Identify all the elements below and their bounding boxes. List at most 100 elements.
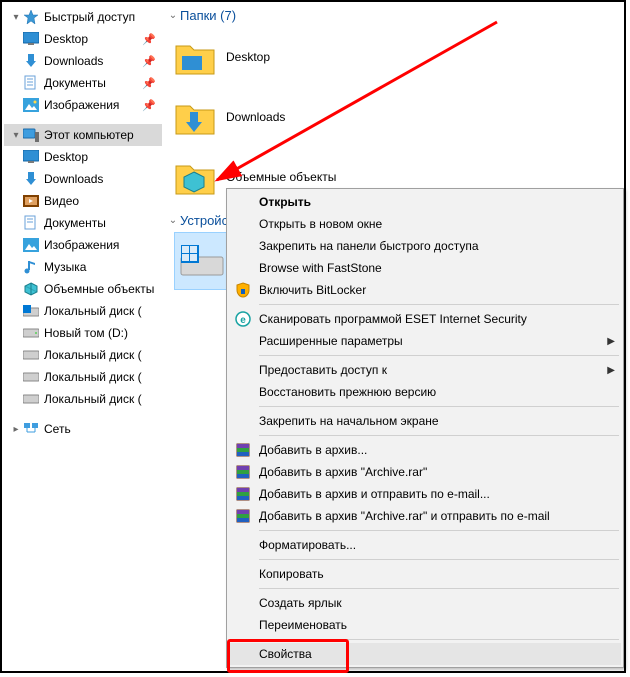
nav-quick-access[interactable]: ▾ Быстрый доступ xyxy=(4,6,162,28)
3d-icon xyxy=(22,281,40,297)
menu-item[interactable]: Добавить в архив "Archive.rar" xyxy=(229,461,621,483)
drive-icon xyxy=(22,369,40,385)
menu-item-label: Сканировать программой ESET Internet Sec… xyxy=(259,312,603,326)
nav-pc-item[interactable]: Локальный диск ( xyxy=(4,388,162,410)
menu-item[interactable]: Открыть xyxy=(229,191,621,213)
menu-item[interactable]: Расширенные параметры▶ xyxy=(229,330,621,352)
menu-item-label: Форматировать... xyxy=(259,538,603,552)
folder-label: Объемные объекты xyxy=(226,170,336,184)
drive-c-icon xyxy=(179,243,225,279)
folder-tile-desktop[interactable]: Desktop xyxy=(174,27,399,87)
pin-icon: 📌 xyxy=(136,55,162,68)
folder-label: Downloads xyxy=(226,110,285,124)
menu-item-label: Закрепить на начальном экране xyxy=(259,414,603,428)
nav-pc-item[interactable]: Локальный диск ( xyxy=(4,300,162,322)
menu-separator xyxy=(259,530,619,531)
menu-separator xyxy=(259,559,619,560)
nav-pc-item[interactable]: Локальный диск ( xyxy=(4,344,162,366)
folders-group-header[interactable]: ⌄ Папки (7) xyxy=(164,6,622,27)
folder-label: Desktop xyxy=(226,50,270,64)
menu-item[interactable]: Предоставить доступ к▶ xyxy=(229,359,621,381)
videos-icon xyxy=(22,193,40,209)
menu-item[interactable]: Добавить в архив... xyxy=(229,439,621,461)
nav-label: Объемные объекты xyxy=(44,282,162,296)
nav-label: Локальный диск ( xyxy=(44,370,162,384)
nav-quick-item-desktop[interactable]: Desktop 📌 xyxy=(4,28,162,50)
nav-quick-item-pictures[interactable]: Изображения 📌 xyxy=(4,94,162,116)
nav-tree: ▾ Быстрый доступ Desktop 📌 Downloads 📌 Д… xyxy=(4,6,162,440)
menu-item[interactable]: Переименовать xyxy=(229,614,621,636)
nav-quick-item-downloads[interactable]: Downloads 📌 xyxy=(4,50,162,72)
menu-item-label: Копировать xyxy=(259,567,603,581)
nav-label: Музыка xyxy=(44,260,162,274)
rar-icon xyxy=(234,463,252,481)
menu-separator xyxy=(259,406,619,407)
nav-this-pc[interactable]: ▾ Этот компьютер xyxy=(4,124,162,146)
nav-label: Быстрый доступ xyxy=(44,10,162,24)
nav-pc-item[interactable]: Downloads xyxy=(4,168,162,190)
menu-item[interactable]: Добавить в архив и отправить по e-mail..… xyxy=(229,483,621,505)
nav-label: Downloads xyxy=(44,172,162,186)
menu-item-label: Свойства xyxy=(259,647,603,661)
menu-item-label: Открыть xyxy=(259,195,603,209)
pictures-icon xyxy=(22,237,40,253)
menu-item[interactable]: Закрепить на панели быстрого доступа xyxy=(229,235,621,257)
chevron-down-icon: ⌄ xyxy=(166,215,180,226)
nav-quick-item-documents[interactable]: Документы 📌 xyxy=(4,72,162,94)
nav-pc-item[interactable]: Объемные объекты xyxy=(4,278,162,300)
drive-icon xyxy=(22,325,40,341)
menu-item-label: Добавить в архив "Archive.rar" и отправи… xyxy=(259,509,603,523)
eset-icon: e xyxy=(234,310,252,328)
menu-item[interactable]: Закрепить на начальном экране xyxy=(229,410,621,432)
menu-item[interactable]: Создать ярлык xyxy=(229,592,621,614)
menu-item[interactable]: Browse with FastStone xyxy=(229,257,621,279)
menu-item-label: Добавить в архив и отправить по e-mail..… xyxy=(259,487,603,501)
menu-item-label: Browse with FastStone xyxy=(259,261,603,275)
menu-separator xyxy=(259,355,619,356)
nav-pc-item[interactable]: Документы xyxy=(4,212,162,234)
menu-item[interactable]: Добавить в архив "Archive.rar" и отправи… xyxy=(229,505,621,527)
nav-label: Видео xyxy=(44,194,162,208)
menu-separator xyxy=(259,435,619,436)
nav-label: Сеть xyxy=(44,422,162,436)
menu-item[interactable]: Форматировать... xyxy=(229,534,621,556)
menu-item[interactable]: Включить BitLocker xyxy=(229,279,621,301)
nav-label: Локальный диск ( xyxy=(44,392,162,406)
drive-icon xyxy=(22,391,40,407)
menu-item[interactable]: Восстановить прежнюю версию xyxy=(229,381,621,403)
nav-label: Desktop xyxy=(44,32,136,46)
menu-item[interactable]: Свойства xyxy=(229,643,621,665)
documents-icon xyxy=(22,75,40,91)
nav-label: Локальный диск ( xyxy=(44,348,162,362)
nav-pc-item[interactable]: Видео xyxy=(4,190,162,212)
nav-pc-item[interactable]: Изображения xyxy=(4,234,162,256)
menu-item[interactable]: Открыть в новом окне xyxy=(229,213,621,235)
nav-pc-item[interactable]: Новый том (D:) xyxy=(4,322,162,344)
chevron-down-icon: ▾ xyxy=(10,12,22,23)
nav-label: Desktop xyxy=(44,150,162,164)
pictures-icon xyxy=(22,97,40,113)
nav-pc-item[interactable]: Локальный диск ( xyxy=(4,366,162,388)
menu-item[interactable]: Копировать xyxy=(229,563,621,585)
menu-item-label: Включить BitLocker xyxy=(259,283,603,297)
network-icon xyxy=(22,421,40,437)
nav-pc-item[interactable]: Desktop xyxy=(4,146,162,168)
rar-icon xyxy=(234,441,252,459)
menu-item-label: Закрепить на панели быстрого доступа xyxy=(259,239,603,253)
menu-item-label: Открыть в новом окне xyxy=(259,217,603,231)
svg-text:e: e xyxy=(240,315,246,326)
nav-network[interactable]: ▸ Сеть xyxy=(4,418,162,440)
nav-pc-item[interactable]: Музыка xyxy=(4,256,162,278)
star-icon xyxy=(22,9,40,25)
nav-label: Downloads xyxy=(44,54,136,68)
menu-item[interactable]: e Сканировать программой ESET Internet Se… xyxy=(229,308,621,330)
context-menu: Открыть Открыть в новом окне Закрепить на … xyxy=(226,188,624,668)
music-icon xyxy=(22,259,40,275)
3d-folder-icon xyxy=(174,156,216,198)
nav-label: Этот компьютер xyxy=(44,128,162,142)
submenu-arrow-icon: ▶ xyxy=(607,336,615,347)
nav-label: Изображения xyxy=(44,238,162,252)
folder-tile-downloads[interactable]: Downloads xyxy=(174,87,399,147)
download-icon xyxy=(22,171,40,187)
menu-separator xyxy=(259,304,619,305)
